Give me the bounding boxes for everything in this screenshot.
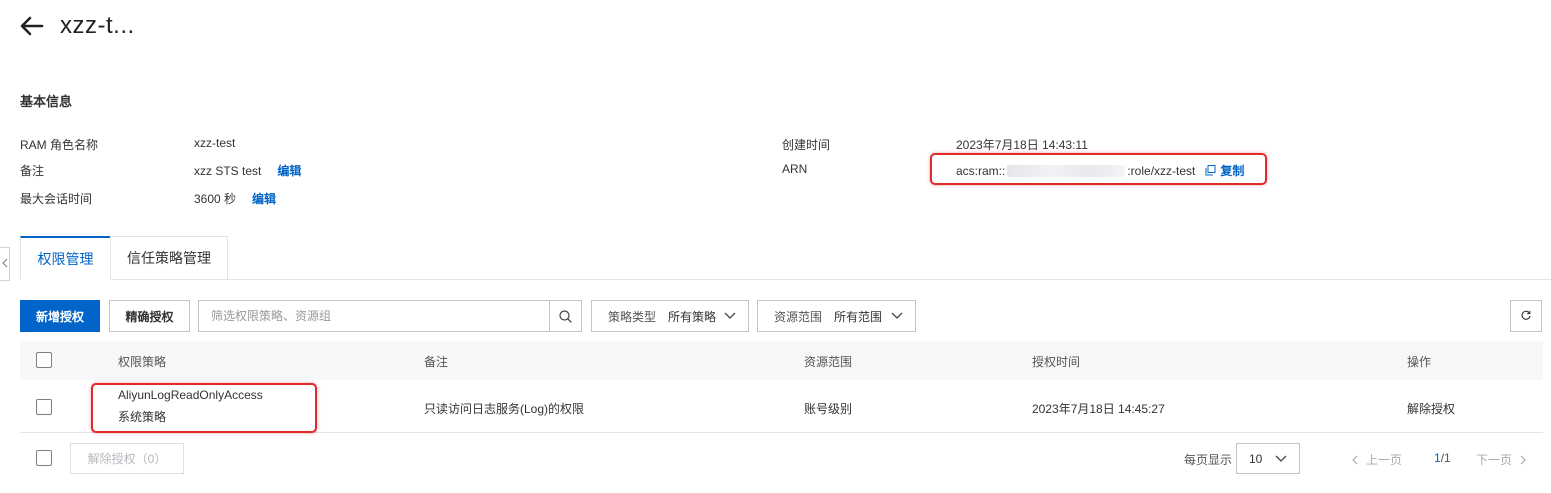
precise-authorization-button[interactable]: 精确授权 [109, 300, 190, 332]
tab-trust-policy-management-label: 信任策略管理 [127, 250, 211, 266]
max-session-label: 最大会话时间 [20, 192, 93, 206]
policy-type-select[interactable]: 策略类型 所有策略 [591, 300, 749, 332]
resource-scope-select[interactable]: 资源范围 所有范围 [757, 300, 916, 332]
copy-icon [1205, 165, 1216, 176]
next-page-label: 下一页 [1476, 453, 1513, 467]
page-header: xzz-t... [20, 8, 135, 44]
policy-note-text: 只读访问日志服务(Log)的权限 [424, 402, 585, 416]
note-edit-link[interactable]: 编辑 [277, 162, 301, 179]
role-name-label: RAM 角色名称 [20, 138, 99, 152]
page-size-select[interactable]: 10 [1236, 443, 1300, 474]
chevron-left-icon [1, 257, 8, 271]
prev-page-label: 上一页 [1366, 453, 1403, 467]
arn-prefix: acs:ram:: [956, 163, 1006, 178]
chevron-down-icon [724, 312, 736, 320]
total-pages: /1 [1440, 451, 1451, 465]
page-indicator: 1/1 [1434, 451, 1451, 465]
current-page: 1 [1434, 451, 1441, 465]
toolbar: 新增授权 精确授权 策略类型 所有策略 资源范围 所有范围 [20, 300, 1551, 332]
page-title: xzz-t... [60, 12, 135, 39]
note-value-group: xzz STS test 编辑 [194, 162, 301, 179]
resource-scope-value: 所有范围 [834, 309, 883, 324]
prev-page-button[interactable]: 上一页 [1352, 451, 1402, 468]
search-button[interactable] [549, 301, 581, 331]
tab-trust-policy-management[interactable]: 信任策略管理 [110, 236, 228, 280]
section-title-basic-info: 基本信息 [20, 94, 73, 109]
add-authorization-button[interactable]: 新增授权 [20, 300, 100, 332]
refresh-icon [1520, 310, 1532, 322]
note-value: xzz STS test [194, 163, 262, 178]
search-box [198, 300, 582, 332]
chevron-right-icon [1520, 455, 1526, 465]
policy-type-label: 策略类型 [608, 309, 657, 324]
arn-suffix: :role/xzz-test [1127, 163, 1196, 178]
revoke-authorization-link[interactable]: 解除授权 [1407, 400, 1455, 417]
tab-bar: 权限管理 信任策略管理 [20, 236, 1551, 280]
select-all-checkbox[interactable] [36, 352, 52, 368]
max-session-edit-link[interactable]: 编辑 [252, 190, 276, 207]
table-footer: 解除授权（0） 每页显示 10 上一页 1/1 下一页 [20, 443, 1543, 474]
tab-permission-management[interactable]: 权限管理 [20, 236, 111, 280]
tab-permission-management-label: 权限管理 [37, 250, 94, 267]
policy-time-text: 2023年7月18日 14:45:27 [1032, 402, 1165, 416]
created-time-label: 创建时间 [782, 138, 831, 152]
role-name-value: xzz-test [194, 136, 236, 150]
footer-select-all-checkbox[interactable] [36, 450, 52, 466]
note-label: 备注 [20, 164, 45, 178]
next-page-button[interactable]: 下一页 [1476, 451, 1526, 468]
policy-scope-text: 账号级别 [804, 402, 853, 416]
table-row: AliyunLogReadOnlyAccess 系统策略 只读访问日志服务(Lo… [20, 380, 1543, 433]
back-arrow-icon[interactable] [20, 12, 48, 40]
column-header-time: 授权时间 [1032, 355, 1081, 369]
column-header-policy: 权限策略 [118, 355, 167, 369]
search-icon [559, 309, 572, 323]
max-session-value: 3600 秒 [194, 192, 237, 206]
page-size-value: 10 [1249, 451, 1263, 466]
column-header-scope: 资源范围 [804, 355, 853, 369]
arn-value-group: acs:ram:: :role/xzz-test 复制 [956, 162, 1244, 179]
column-header-note: 备注 [424, 355, 449, 369]
sidebar-collapse-toggle[interactable] [0, 247, 10, 281]
search-input[interactable] [199, 301, 549, 331]
page-size-label: 每页显示 [1184, 453, 1233, 467]
arn-copy-label: 复制 [1220, 164, 1245, 178]
policy-name-link[interactable]: AliyunLogReadOnlyAccess [118, 388, 263, 402]
policy-type-text: 系统策略 [118, 410, 167, 424]
max-session-value-group: 3600 秒 编辑 [194, 190, 276, 207]
chevron-down-icon [1275, 455, 1287, 463]
arn-copy-button[interactable]: 复制 [1205, 162, 1244, 179]
column-header-action: 操作 [1407, 355, 1432, 369]
arn-redacted-mask [1007, 164, 1126, 177]
policy-type-value: 所有策略 [668, 309, 717, 324]
table-header: 权限策略 备注 资源范围 授权时间 操作 [20, 341, 1543, 380]
arn-label: ARN [782, 162, 808, 176]
resource-scope-label: 资源范围 [774, 309, 823, 324]
batch-revoke-button[interactable]: 解除授权（0） [70, 443, 184, 474]
refresh-button[interactable] [1510, 300, 1542, 332]
policy-table: 权限策略 备注 资源范围 授权时间 操作 AliyunLogReadOnlyAc… [20, 341, 1543, 433]
chevron-left-icon [1352, 455, 1358, 465]
row-checkbox[interactable] [36, 399, 52, 415]
chevron-down-icon [891, 312, 903, 320]
created-time-value: 2023年7月18日 14:43:11 [956, 138, 1088, 152]
